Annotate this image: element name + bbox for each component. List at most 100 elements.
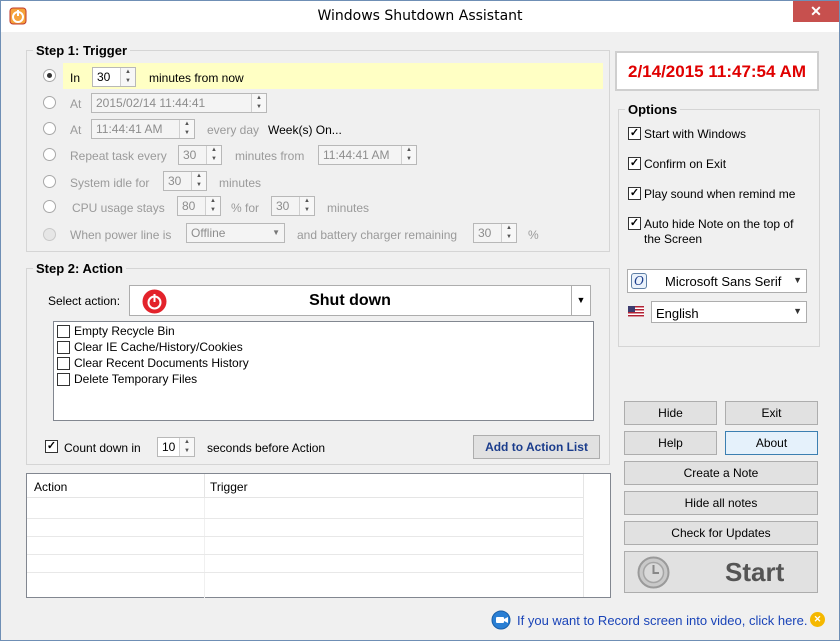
spin-arrows-icon[interactable]: ▲ ▼ [205,197,220,215]
action-list-table: Action Trigger [26,473,611,598]
font-select[interactable]: O Microsoft Sans Serif ▼ [627,269,807,293]
add-to-action-list-button[interactable]: Add to Action List [473,435,600,459]
clock-icon [637,556,670,589]
spin-arrows-icon[interactable]: ▲ ▼ [251,94,266,112]
countdown-checkbox[interactable]: ✓ [45,440,58,453]
spin-arrows-icon[interactable]: ▲ ▼ [206,146,221,164]
trigger-in-minutes[interactable]: 30 ▲ ▼ [92,67,136,87]
spin-arrows-icon[interactable]: ▲ ▼ [179,120,194,138]
option-checkbox[interactable] [57,373,70,386]
spin-arrows-icon[interactable]: ▲ ▼ [191,172,206,190]
auto-hide-note-checkbox[interactable]: ✓ [628,217,641,230]
trigger-at-date-input[interactable]: 2015/02/14 11:44:41 ▲ ▼ [91,93,267,113]
option-label: Empty Recycle Bin [74,324,175,338]
trigger-cpu-value: 80 [182,199,196,213]
trigger-power-label: When power line is [70,228,172,242]
trigger-cpu-value2: 30 [276,199,290,213]
weeks-on-link[interactable]: Week(s) On... [268,123,342,137]
option-checkbox[interactable] [57,357,70,370]
play-sound-checkbox[interactable]: ✓ [628,187,641,200]
trigger-in-radio[interactable] [43,69,56,82]
chevron-down-icon: ▼ [793,275,802,285]
start-button-label: Start [725,557,785,587]
trigger-repeat-middle: minutes from [235,149,305,163]
font-icon: O [631,273,647,289]
auto-hide-note-label: Auto hide Note on the top of the Screen [644,217,794,246]
window-title: Windows Shutdown Assistant [317,8,523,24]
language-select[interactable]: English ▼ [651,301,807,323]
trigger-idle-value: 30 [168,174,182,188]
start-button[interactable]: Start [624,551,818,593]
clock-display: 2/14/2015 11:47:54 AM [615,51,819,91]
play-sound-label: Play sound when remind me [644,187,796,201]
trigger-at-time-value: 11:44:41 AM [96,122,163,136]
start-with-windows-checkbox[interactable]: ✓ [628,127,641,140]
spin-arrows-icon[interactable]: ▲ ▼ [120,68,135,86]
check-updates-button[interactable]: Check for Updates [624,521,818,545]
trigger-at-date-label: At [70,97,82,111]
create-note-button[interactable]: Create a Note [624,461,818,485]
app-window: Windows Shutdown Assistant ✕ Step 1: Tri… [0,0,840,641]
trigger-cpu-radio[interactable] [43,200,56,213]
help-button[interactable]: Help [624,431,717,455]
trigger-at-time-input[interactable]: 11:44:41 AM ▲ ▼ [91,119,195,139]
trigger-every-day-label: every day [207,123,260,137]
trigger-power-radio[interactable] [43,228,56,241]
trigger-in-label: In [70,71,81,85]
spin-arrows-icon[interactable]: ▲ ▼ [299,197,314,215]
countdown-label: Count down in [64,441,141,455]
chevron-down-icon: ▼ [272,228,280,237]
trigger-repeat-from-value: 11:44:41 AM [323,148,390,162]
trigger-repeat-input[interactable]: 30 ▲ ▼ [178,145,222,165]
close-button[interactable]: ✕ [793,1,839,22]
action-options-list: Empty Recycle Bin Clear IE Cache/History… [53,321,594,421]
countdown-value: 10 [162,440,176,454]
action-select-value: Shut down [309,292,391,309]
us-flag-icon [628,306,644,317]
confirm-on-exit-checkbox[interactable]: ✓ [628,157,641,170]
trigger-cpu-suffix: minutes [327,201,370,215]
hide-button[interactable]: Hide [624,401,717,425]
table-header: Action Trigger [27,474,584,498]
option-label: Clear Recent Documents History [74,356,249,370]
spin-arrows-icon[interactable]: ▲ ▼ [401,146,416,164]
trigger-power-select-value: Offline [191,226,226,240]
record-screen-link[interactable]: If you want to Record screen into video,… [517,613,807,628]
trigger-at-time-radio[interactable] [43,122,56,135]
trigger-in-highlight [63,63,603,89]
trigger-cpu-input2[interactable]: 30 ▲ ▼ [271,196,315,216]
trigger-repeat-label: Repeat task every [70,149,167,163]
close-icon[interactable]: ✕ [810,612,825,627]
option-label: Clear IE Cache/History/Cookies [74,340,243,354]
trigger-cpu-middle: % for [231,201,260,215]
spin-arrows-icon[interactable]: ▲ ▼ [501,224,516,242]
column-divider [204,474,205,498]
column-header-trigger[interactable]: Trigger [210,480,248,494]
column-header-action[interactable]: Action [34,480,67,494]
option-checkbox[interactable] [57,341,70,354]
start-with-windows-label: Start with Windows [644,127,747,141]
trigger-repeat-from-input[interactable]: 11:44:41 AM ▲ ▼ [318,145,417,165]
select-action-label: Select action: [48,294,121,308]
trigger-power-middle: and battery charger remaining [297,228,458,242]
hide-all-notes-button[interactable]: Hide all notes [624,491,818,515]
trigger-power-input[interactable]: 30 ▲ ▼ [473,223,517,243]
trigger-repeat-radio[interactable] [43,148,56,161]
chevron-down-icon[interactable]: ▼ [571,286,590,315]
trigger-cpu-label: CPU usage stays [72,201,165,215]
trigger-cpu-input[interactable]: 80 ▲ ▼ [177,196,221,216]
countdown-input[interactable]: 10 ▲ ▼ [157,437,195,457]
trigger-idle-radio[interactable] [43,175,56,188]
trigger-at-date-radio[interactable] [43,96,56,109]
trigger-power-select[interactable]: Offline ▼ [186,223,285,243]
option-label: Delete Temporary Files [74,372,198,386]
spin-arrows-icon[interactable]: ▲ ▼ [179,438,194,456]
clock-datetime: 2/14/2015 11:47:54 AM [628,62,806,81]
chevron-down-icon: ▼ [793,306,802,316]
action-select[interactable]: Shut down ▼ [129,285,591,316]
trigger-idle-input[interactable]: 30 ▲ ▼ [163,171,207,191]
exit-button[interactable]: Exit [725,401,818,425]
about-button[interactable]: About [725,431,818,455]
option-checkbox[interactable] [57,325,70,338]
trigger-idle-suffix: minutes [219,176,262,190]
